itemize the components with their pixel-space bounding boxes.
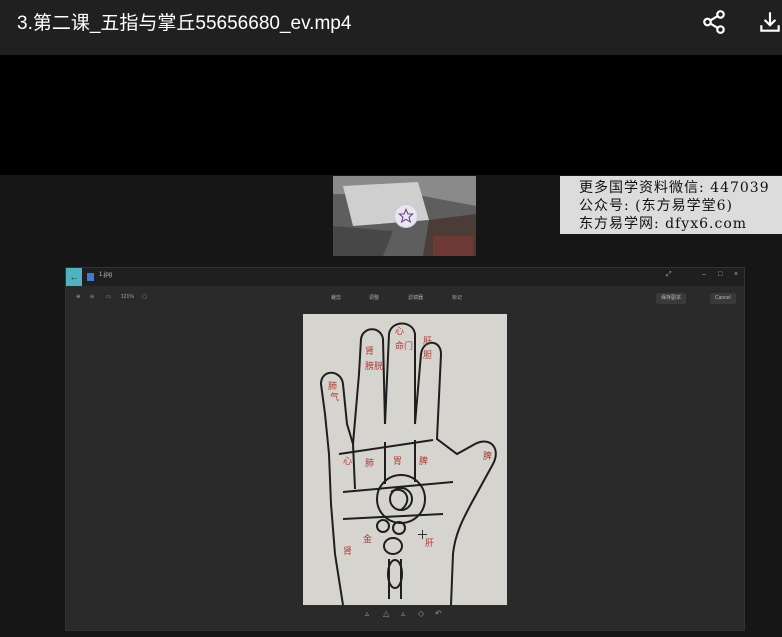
label-lower-1: 肾 — [343, 546, 352, 557]
label-heart: 心 — [395, 326, 404, 337]
label-row-1: 心 — [343, 456, 352, 467]
tool-filter[interactable]: 滤镜器 — [408, 294, 423, 301]
star-logo-icon — [394, 204, 418, 228]
label-kidney: 肾 — [365, 346, 374, 357]
editor-titlebar: ← 1.jpg ⤢ – □ × — [66, 268, 744, 286]
editor-toolbar: ⊕ ⊖ ▭ 121% ▢ 裁剪 调整 滤镜器 标记 保存副本 Cancel — [66, 286, 744, 310]
label-lower-3: 肝 — [425, 538, 434, 549]
watermark-line-1: 更多国学资料微信: 447039 — [579, 180, 770, 196]
crosshair-cursor-icon — [418, 530, 427, 539]
label-lower-4: 脾 — [483, 450, 492, 462]
watermark-line-3: 东方易学网: dfyx6.com — [579, 216, 748, 232]
label-gallbladder: 胆 — [423, 350, 432, 361]
pen-icon[interactable]: ▵ — [365, 609, 369, 618]
highlighter-icon[interactable]: △ — [383, 609, 389, 618]
pencil-icon[interactable]: ▵ — [401, 609, 405, 618]
watermark-banner: 更多国学资料微信: 447039 公众号: (东方易学堂6) 东方易学网: df… — [560, 176, 782, 234]
save-copy-button[interactable]: 保存副本 — [656, 293, 687, 304]
zoom-level: 121% — [121, 294, 134, 300]
eraser-icon[interactable]: ◇ — [418, 609, 424, 618]
tool-markup[interactable]: 标记 — [452, 294, 462, 301]
video-letterbox — [0, 55, 782, 175]
zoom-in-icon[interactable]: ⊕ — [76, 294, 80, 300]
label-lung: 肺 — [328, 381, 337, 392]
label-row-3: 胃 — [393, 456, 402, 467]
back-arrow-icon[interactable]: ← — [66, 268, 82, 286]
maximize-icon[interactable]: □ — [718, 271, 722, 278]
palm-diagram-photo: 肺 气 肾 膀胱 心 命门 肝 胆 心 肺 胃 脾 肾 金 肝 脾 — [303, 314, 507, 605]
label-mingmen: 命门 — [395, 340, 413, 352]
editor-filename: 1.jpg — [99, 272, 113, 278]
video-title: 3.第二课_五指与掌丘55656680_ev.mp4 — [17, 13, 352, 34]
zoom-out-icon[interactable]: ⊖ — [90, 294, 94, 300]
download-icon[interactable] — [757, 9, 782, 35]
label-row-2: 肺 — [365, 458, 374, 469]
file-icon — [87, 273, 94, 281]
fit-icon[interactable]: ▭ — [106, 294, 111, 300]
watermark-line-2: 公众号: (东方易学堂6) — [579, 198, 733, 214]
label-bladder: 膀胱 — [365, 360, 383, 372]
tool-crop[interactable]: 裁剪 — [331, 294, 341, 301]
rotate-icon[interactable]: ▢ — [142, 294, 147, 300]
share-icon[interactable] — [701, 9, 727, 35]
label-liver-top: 肝 — [423, 336, 432, 347]
label-lower-2: 金 — [363, 533, 372, 545]
tool-adjust[interactable]: 调整 — [369, 294, 379, 301]
video-header: 3.第二课_五指与掌丘55656680_ev.mp4 — [0, 0, 782, 55]
palm-drawing: 肺 气 肾 膀胱 心 命门 肝 胆 心 肺 胃 脾 肾 金 肝 脾 — [303, 314, 507, 605]
close-icon[interactable]: × — [734, 271, 738, 278]
label-row-4: 脾 — [419, 455, 428, 467]
webcam-thumbnail — [333, 176, 476, 256]
undo-icon[interactable]: ↶ — [435, 609, 442, 618]
fullscreen-icon[interactable]: ⤢ — [666, 271, 672, 279]
cancel-button[interactable]: Cancel — [710, 293, 736, 304]
minimize-icon[interactable]: – — [702, 271, 706, 278]
markup-toolbar: ▵ △ ▵ ◇ ↶ — [365, 609, 445, 621]
label-qi: 气 — [330, 391, 339, 403]
